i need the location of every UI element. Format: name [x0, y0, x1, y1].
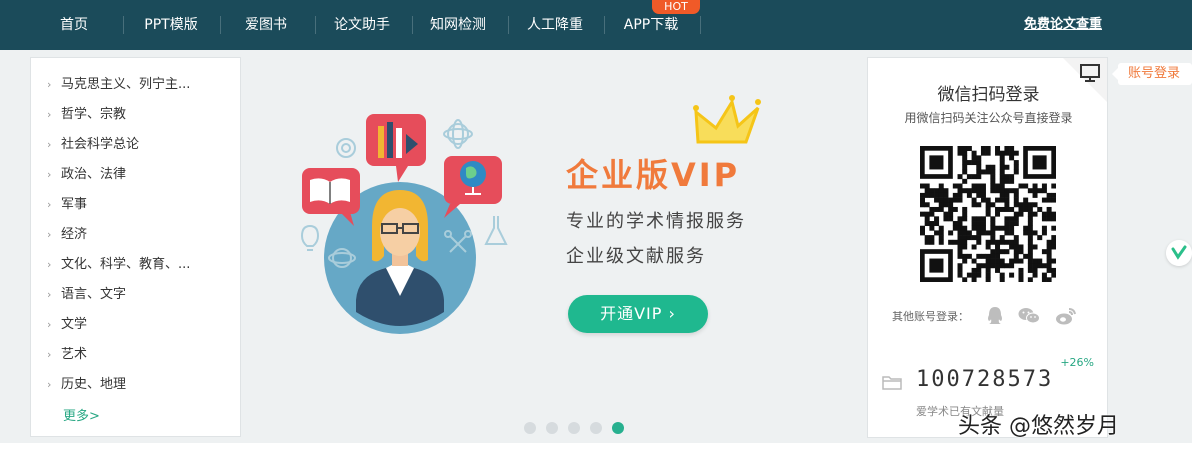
category-label: 文学 [61, 317, 88, 332]
login-panel: 微信扫码登录 用微信扫码关注公众号直接登录 其他账号登录： +26% 10072… [867, 57, 1108, 438]
banner-illustration [300, 95, 761, 334]
login-subtitle: 用微信扫码关注公众号直接登录 [904, 111, 1073, 125]
page-bottom [0, 443, 1192, 456]
chevron-right-icon: › [47, 228, 52, 241]
category-item[interactable]: › 艺术 [47, 345, 87, 365]
nav-divider [220, 16, 221, 34]
wechat-qr-code [920, 146, 1056, 282]
vip-subtitle-line1: 专业的学术情报服务 [566, 211, 746, 232]
category-label: 军事 [61, 197, 88, 212]
folder-icon [882, 376, 902, 390]
chevron-right-icon: › [47, 168, 52, 181]
category-label: 马克思主义、列宁主... [61, 77, 191, 92]
nav-divider [315, 16, 316, 34]
nav-divider [123, 16, 124, 34]
more-categories-link[interactable]: 更多> [63, 405, 100, 424]
chevron-right-icon: › [47, 378, 52, 391]
category-item[interactable]: › 历史、地理 [47, 375, 126, 395]
nav-home[interactable]: 首页 [50, 0, 98, 50]
carousel-dot[interactable] [568, 422, 580, 434]
chevron-right-icon: › [47, 78, 52, 91]
wechat-icon[interactable] [1018, 306, 1040, 326]
nav-manual-rewrite[interactable]: 人工降重 [521, 0, 589, 50]
other-login-label: 其他账号登录： [892, 310, 969, 323]
category-label: 社会科学总论 [61, 137, 140, 152]
chevron-right-icon: › [47, 288, 52, 301]
vip-banner[interactable]: 企业版VIP 专业的学术情报服务 企业级文献服务 开通VIP › [246, 50, 862, 443]
category-item[interactable]: › 经济 [47, 225, 87, 245]
hot-badge: HOT [652, 0, 700, 14]
nav-cnki-check[interactable]: 知网检测 [424, 0, 492, 50]
category-panel: › 马克思主义、列宁主... › 哲学、宗教 › 社会科学总论 › 政治、法律 › 军事 … [30, 57, 241, 437]
document-count: 100728573 [916, 367, 1054, 392]
nav-divider [508, 16, 509, 34]
side-feedback-icon[interactable] [1166, 240, 1192, 266]
chevron-right-icon: › [47, 318, 52, 331]
chevron-right-icon: › [47, 138, 52, 151]
category-item[interactable]: › 军事 [47, 195, 87, 215]
nav-divider [700, 16, 701, 34]
category-item[interactable]: › 文化、科学、教育、... [47, 255, 190, 275]
nav-divider [412, 16, 413, 34]
carousel-dot[interactable] [524, 422, 536, 434]
vip-title: 企业版VIP [566, 156, 741, 194]
nav-divider [604, 16, 605, 34]
category-label: 经济 [61, 227, 88, 242]
free-plagiarism-check-link[interactable]: 免费论文查重 [1024, 0, 1102, 50]
chevron-right-icon: › [47, 198, 52, 211]
category-label: 哲学、宗教 [61, 107, 127, 122]
chevron-right-icon: › [47, 108, 52, 121]
category-label: 政治、法律 [61, 167, 127, 182]
nav-paper-assistant[interactable]: 论文助手 [328, 0, 396, 50]
login-title: 微信扫码登录 [937, 85, 1040, 105]
category-label: 历史、地理 [61, 377, 127, 392]
category-item[interactable]: › 政治、法律 [47, 165, 126, 185]
category-item[interactable]: › 马克思主义、列宁主... [47, 75, 190, 95]
category-item[interactable]: › 社会科学总论 [47, 135, 139, 155]
watermark: 头条 @悠然岁月 [958, 414, 1119, 439]
weibo-icon[interactable] [1055, 306, 1077, 326]
category-label: 语言、文字 [61, 287, 127, 302]
account-login-tab[interactable]: 账号登录 [1112, 63, 1192, 85]
category-item[interactable]: › 语言、文字 [47, 285, 126, 305]
carousel-dot[interactable] [546, 422, 558, 434]
category-label: 艺术 [61, 347, 88, 362]
carousel-dot[interactable] [590, 422, 602, 434]
top-nav: 首页 PPT模版 爱图书 论文助手 知网检测 人工降重 APP下载 HOT 免费… [0, 0, 1192, 50]
carousel-dot-active[interactable] [612, 422, 624, 434]
category-label: 文化、科学、教育、... [61, 257, 191, 272]
nav-ppt-templates[interactable]: PPT模版 [136, 0, 206, 50]
nav-books[interactable]: 爱图书 [236, 0, 296, 50]
chevron-right-icon: › [47, 258, 52, 271]
chevron-right-icon: › [47, 348, 52, 361]
vip-subtitle-line2: 企业级文献服务 [566, 246, 706, 267]
category-item[interactable]: › 文学 [47, 315, 87, 335]
category-item[interactable]: › 哲学、宗教 [47, 105, 126, 125]
count-growth: +26% [1060, 356, 1094, 369]
qq-icon[interactable] [986, 306, 1004, 326]
open-vip-button[interactable]: 开通VIP › [568, 295, 708, 333]
